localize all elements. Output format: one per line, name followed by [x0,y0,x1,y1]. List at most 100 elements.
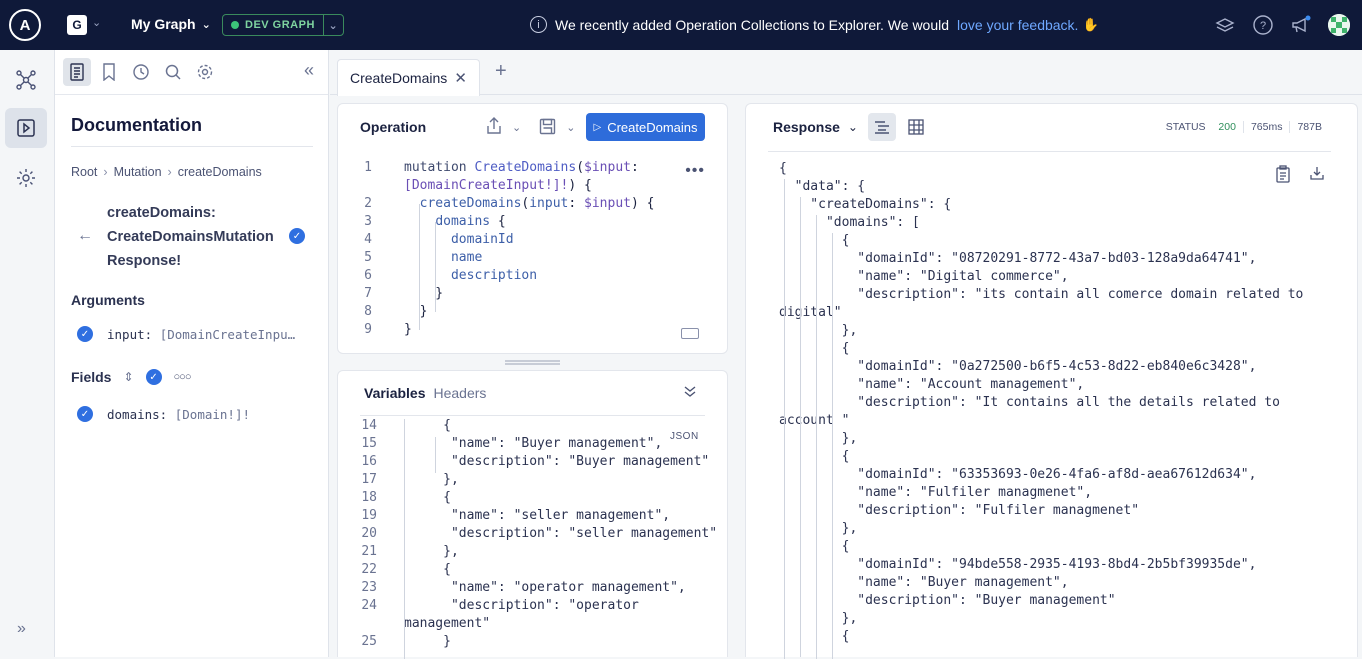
json-line: "description": "It contains all the deta… [779,395,1280,410]
checked-icon[interactable]: ✓ [77,406,93,422]
code-line: 2 createDomains(input: $input) { [352,195,672,213]
tab-headers[interactable]: Headers [434,385,487,401]
code-text: createDomains(input: $input) { [419,196,655,211]
code-line: 15 "name": "Buyer management", [350,435,720,453]
code-line: 16 "description": "Buyer management" [350,453,720,471]
share-icon[interactable] [486,117,502,138]
status-dot-icon [231,21,239,29]
learn-icon[interactable] [1214,14,1236,36]
indent-guide [784,179,785,659]
schema-icon[interactable] [5,60,47,100]
code-text: }, [404,472,459,487]
response-json[interactable]: { "data": { "createDomains": { "domains"… [779,160,1319,646]
close-icon[interactable]: ✕ [454,69,467,87]
json-line: "data": { [779,179,866,194]
field-type[interactable]: [Domain!]! [175,407,250,422]
code-line: 4 domainId [352,231,672,249]
response-header[interactable]: Response ⌄ [773,119,858,135]
graph-switcher[interactable]: My Graph ⌄ [131,16,211,32]
variant-selector[interactable]: DEV GRAPH ⌄ [222,14,344,36]
code-text: domainId [450,232,514,247]
code-line: 5 name [352,249,672,267]
field-title-line: createDomains: [107,205,216,221]
documentation-tab-icon[interactable] [63,58,91,86]
history-icon[interactable] [127,58,155,86]
user-avatar[interactable] [1328,14,1350,36]
json-line: "description": "Fulfiler managmenet" [779,503,1140,518]
chevron-down-icon[interactable]: ⌄ [848,120,858,134]
argument-type[interactable]: [DomainCreateInpu… [160,327,295,342]
operation-code[interactable]: 1 mutation CreateDomains($input: [DomainCr… [352,159,672,339]
chevron-down-icon[interactable]: ⌄ [512,121,521,134]
collapse-panel-icon[interactable]: « [304,60,314,81]
code-text: [DomainCreateInput!]!) { [404,178,592,193]
code-text: description [450,268,538,283]
code-line: 20 "description": "seller management" [350,525,720,543]
json-line: }, [779,323,858,338]
line-number: 23 [361,580,377,595]
json-line: "domainId": "63353693-0e26-4fa6-af8d-aea… [779,467,1257,482]
indent-guide [832,233,833,659]
code-text: } [404,634,451,649]
response-status: STATUS 200 765ms 787B [1152,121,1329,133]
line-number: 4 [364,232,372,247]
apollo-logo-icon[interactable]: A [9,9,41,41]
text-view-icon[interactable] [868,113,896,141]
feedback-link[interactable]: love your feedback. [957,17,1078,33]
line-number: 14 [361,418,377,433]
tab-variables[interactable]: Variables [364,385,426,401]
help-icon[interactable]: ? [1252,14,1274,36]
breadcrumb-root[interactable]: Root [71,165,97,179]
run-operation-button[interactable]: ▷ CreateDomains [586,113,705,141]
save-icon[interactable] [539,118,556,138]
search-icon[interactable] [159,58,187,86]
sort-icon[interactable]: ⇕ [123,370,133,384]
table-view-icon[interactable] [902,113,930,141]
settings-gear-icon[interactable] [5,158,47,198]
chevron-down-icon[interactable]: ⌄ [322,15,343,35]
back-arrow-icon[interactable]: ← [77,227,93,245]
announcements-icon[interactable] [1290,14,1312,36]
explorer-icon[interactable] [5,108,47,148]
code-line: 14 { [350,417,720,435]
line-number: 16 [361,454,377,469]
add-tab-icon[interactable]: + [495,60,507,83]
tab-create-domains[interactable]: CreateDomains ✕ [337,59,480,96]
panel-title: Documentation [71,115,203,135]
argument-row[interactable]: ✓ input: [DomainCreateInpu… [77,326,295,342]
resize-handle[interactable] [505,360,560,365]
variables-code[interactable]: 14 {15 "name": "Buyer management", 16 "de… [350,417,720,651]
json-line: { [779,161,787,176]
chevron-down-icon[interactable]: ⌄ [92,16,101,29]
fields-label: Fields [71,369,112,385]
code-line: 3 domains { [352,213,672,231]
code-line: 19 "name": "seller management", [350,507,720,525]
bookmark-icon[interactable] [95,58,123,86]
checked-icon[interactable]: ✓ [289,228,305,244]
gear-icon[interactable] [191,58,219,86]
breadcrumb-mutation[interactable]: Mutation [114,165,162,179]
code-line: 9} [352,321,672,339]
checked-icon[interactable]: ✓ [77,326,93,342]
response-title: Response [773,119,840,135]
line-number: 22 [361,562,377,577]
collapse-chevron-icon[interactable] [683,384,697,403]
json-line: "description": "its contain all comerce … [779,287,1304,302]
graph-badge[interactable]: G [67,15,87,35]
checked-icon[interactable]: ✓ [145,369,162,385]
more-options-icon[interactable]: ••• [685,162,705,180]
code-text: } [404,286,444,301]
line-number: 9 [364,322,372,337]
status-label: STATUS [1165,121,1206,133]
line-number: 15 [361,436,377,451]
expand-rail-icon[interactable]: » [17,620,26,638]
more-options-icon[interactable]: ○○○ [174,371,192,383]
breadcrumb: Root › Mutation › createDomains [71,165,262,179]
code-text: "name": "Buyer management", [404,436,663,451]
code-text: } [404,304,428,319]
chevron-down-icon[interactable]: ⌄ [566,121,575,134]
code-text: "name": "operator management", [404,580,686,595]
keyboard-icon[interactable] [681,328,699,339]
divider [768,151,1331,152]
field-row[interactable]: ✓ domains: [Domain!]! [77,406,250,422]
